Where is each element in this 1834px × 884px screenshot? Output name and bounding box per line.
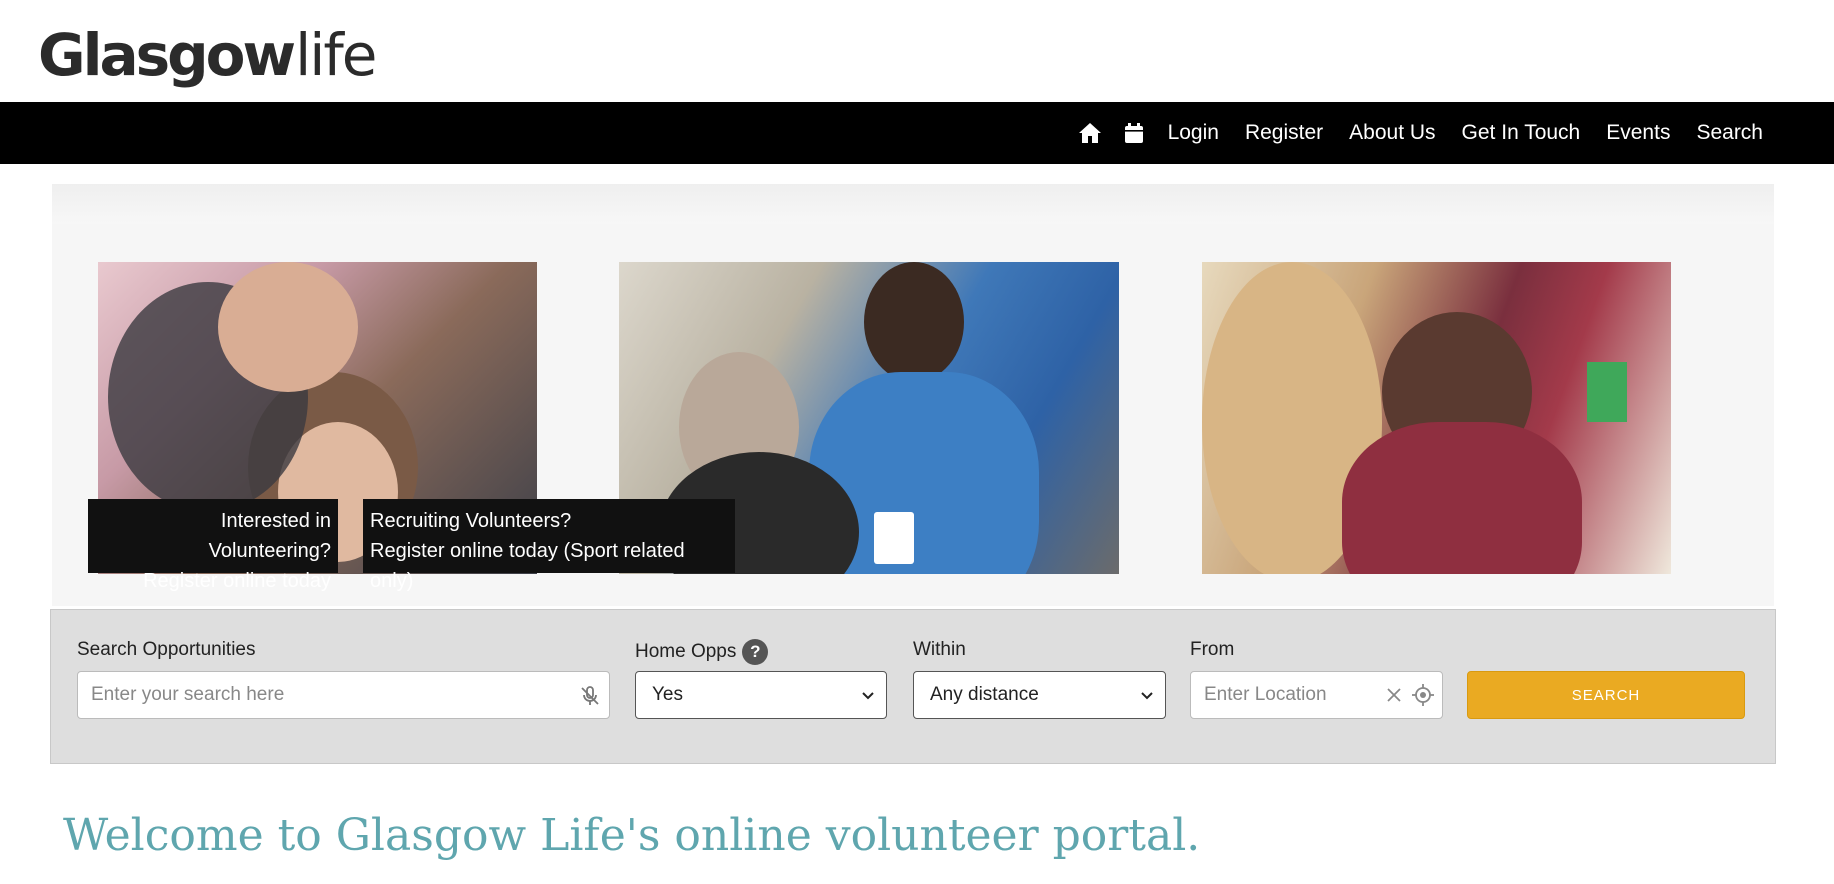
home-opps-label: Home Opps — [635, 641, 737, 662]
chevron-down-icon — [862, 692, 874, 700]
from-label: From — [1190, 639, 1235, 660]
nav-search[interactable]: Search — [1683, 121, 1776, 145]
nav-get-in-touch[interactable]: Get In Touch — [1449, 121, 1594, 145]
home-opps-label-group: Home Opps ? — [635, 639, 769, 665]
search-input[interactable]: Enter your search here — [77, 671, 610, 719]
nav-events[interactable]: Events — [1593, 121, 1683, 145]
location-input[interactable]: Enter Location — [1190, 671, 1443, 719]
within-label: Within — [913, 639, 966, 660]
caption-interested-volunteering[interactable]: Interested in Volunteering? Register onl… — [88, 499, 338, 592]
caption-recruiting-volunteers[interactable]: Recruiting Volunteers? Register online t… — [363, 499, 735, 592]
location-input-placeholder: Enter Location — [1204, 684, 1327, 705]
caption2-line1: Recruiting Volunteers? — [370, 510, 572, 532]
chevron-down-icon — [1141, 692, 1153, 700]
calendar-icon[interactable] — [1113, 122, 1155, 144]
home-opps-select[interactable]: Yes — [635, 671, 887, 719]
microphone-off-icon[interactable] — [579, 685, 601, 713]
site-logo[interactable]: Glasgow life — [38, 10, 377, 89]
help-icon[interactable]: ? — [742, 639, 769, 665]
caption2-line2: Register online today (Sport related onl… — [370, 540, 685, 592]
top-navbar: Login Register About Us Get In Touch Eve… — [0, 102, 1834, 164]
within-select[interactable]: Any distance — [913, 671, 1166, 719]
search-opportunities-label: Search Opportunities — [77, 639, 256, 660]
logo-text-light: life — [295, 21, 377, 89]
page-title: Welcome to Glasgow Life's online volunte… — [63, 810, 1201, 861]
search-panel: Search Opportunities Enter your search h… — [50, 609, 1776, 764]
nav-register[interactable]: Register — [1232, 121, 1336, 145]
within-value: Any distance — [930, 684, 1039, 705]
caption1-line1: Interested in Volunteering? — [208, 510, 331, 562]
home-icon[interactable] — [1067, 122, 1113, 144]
nav-login[interactable]: Login — [1155, 121, 1232, 145]
caption1-line2: Register online today — [143, 570, 331, 592]
home-opps-value: Yes — [652, 684, 683, 705]
nav-about-us[interactable]: About Us — [1336, 121, 1448, 145]
main-nav: Login Register About Us Get In Touch Eve… — [1067, 102, 1776, 164]
hero-band — [52, 184, 1774, 224]
logo-text-bold: Glasgow — [38, 21, 296, 89]
hero-photo-library — [1202, 262, 1671, 574]
locate-me-icon[interactable] — [1412, 684, 1434, 712]
search-button[interactable]: SEARCH — [1467, 671, 1745, 719]
clear-icon[interactable] — [1384, 685, 1404, 711]
search-input-placeholder: Enter your search here — [91, 684, 285, 705]
